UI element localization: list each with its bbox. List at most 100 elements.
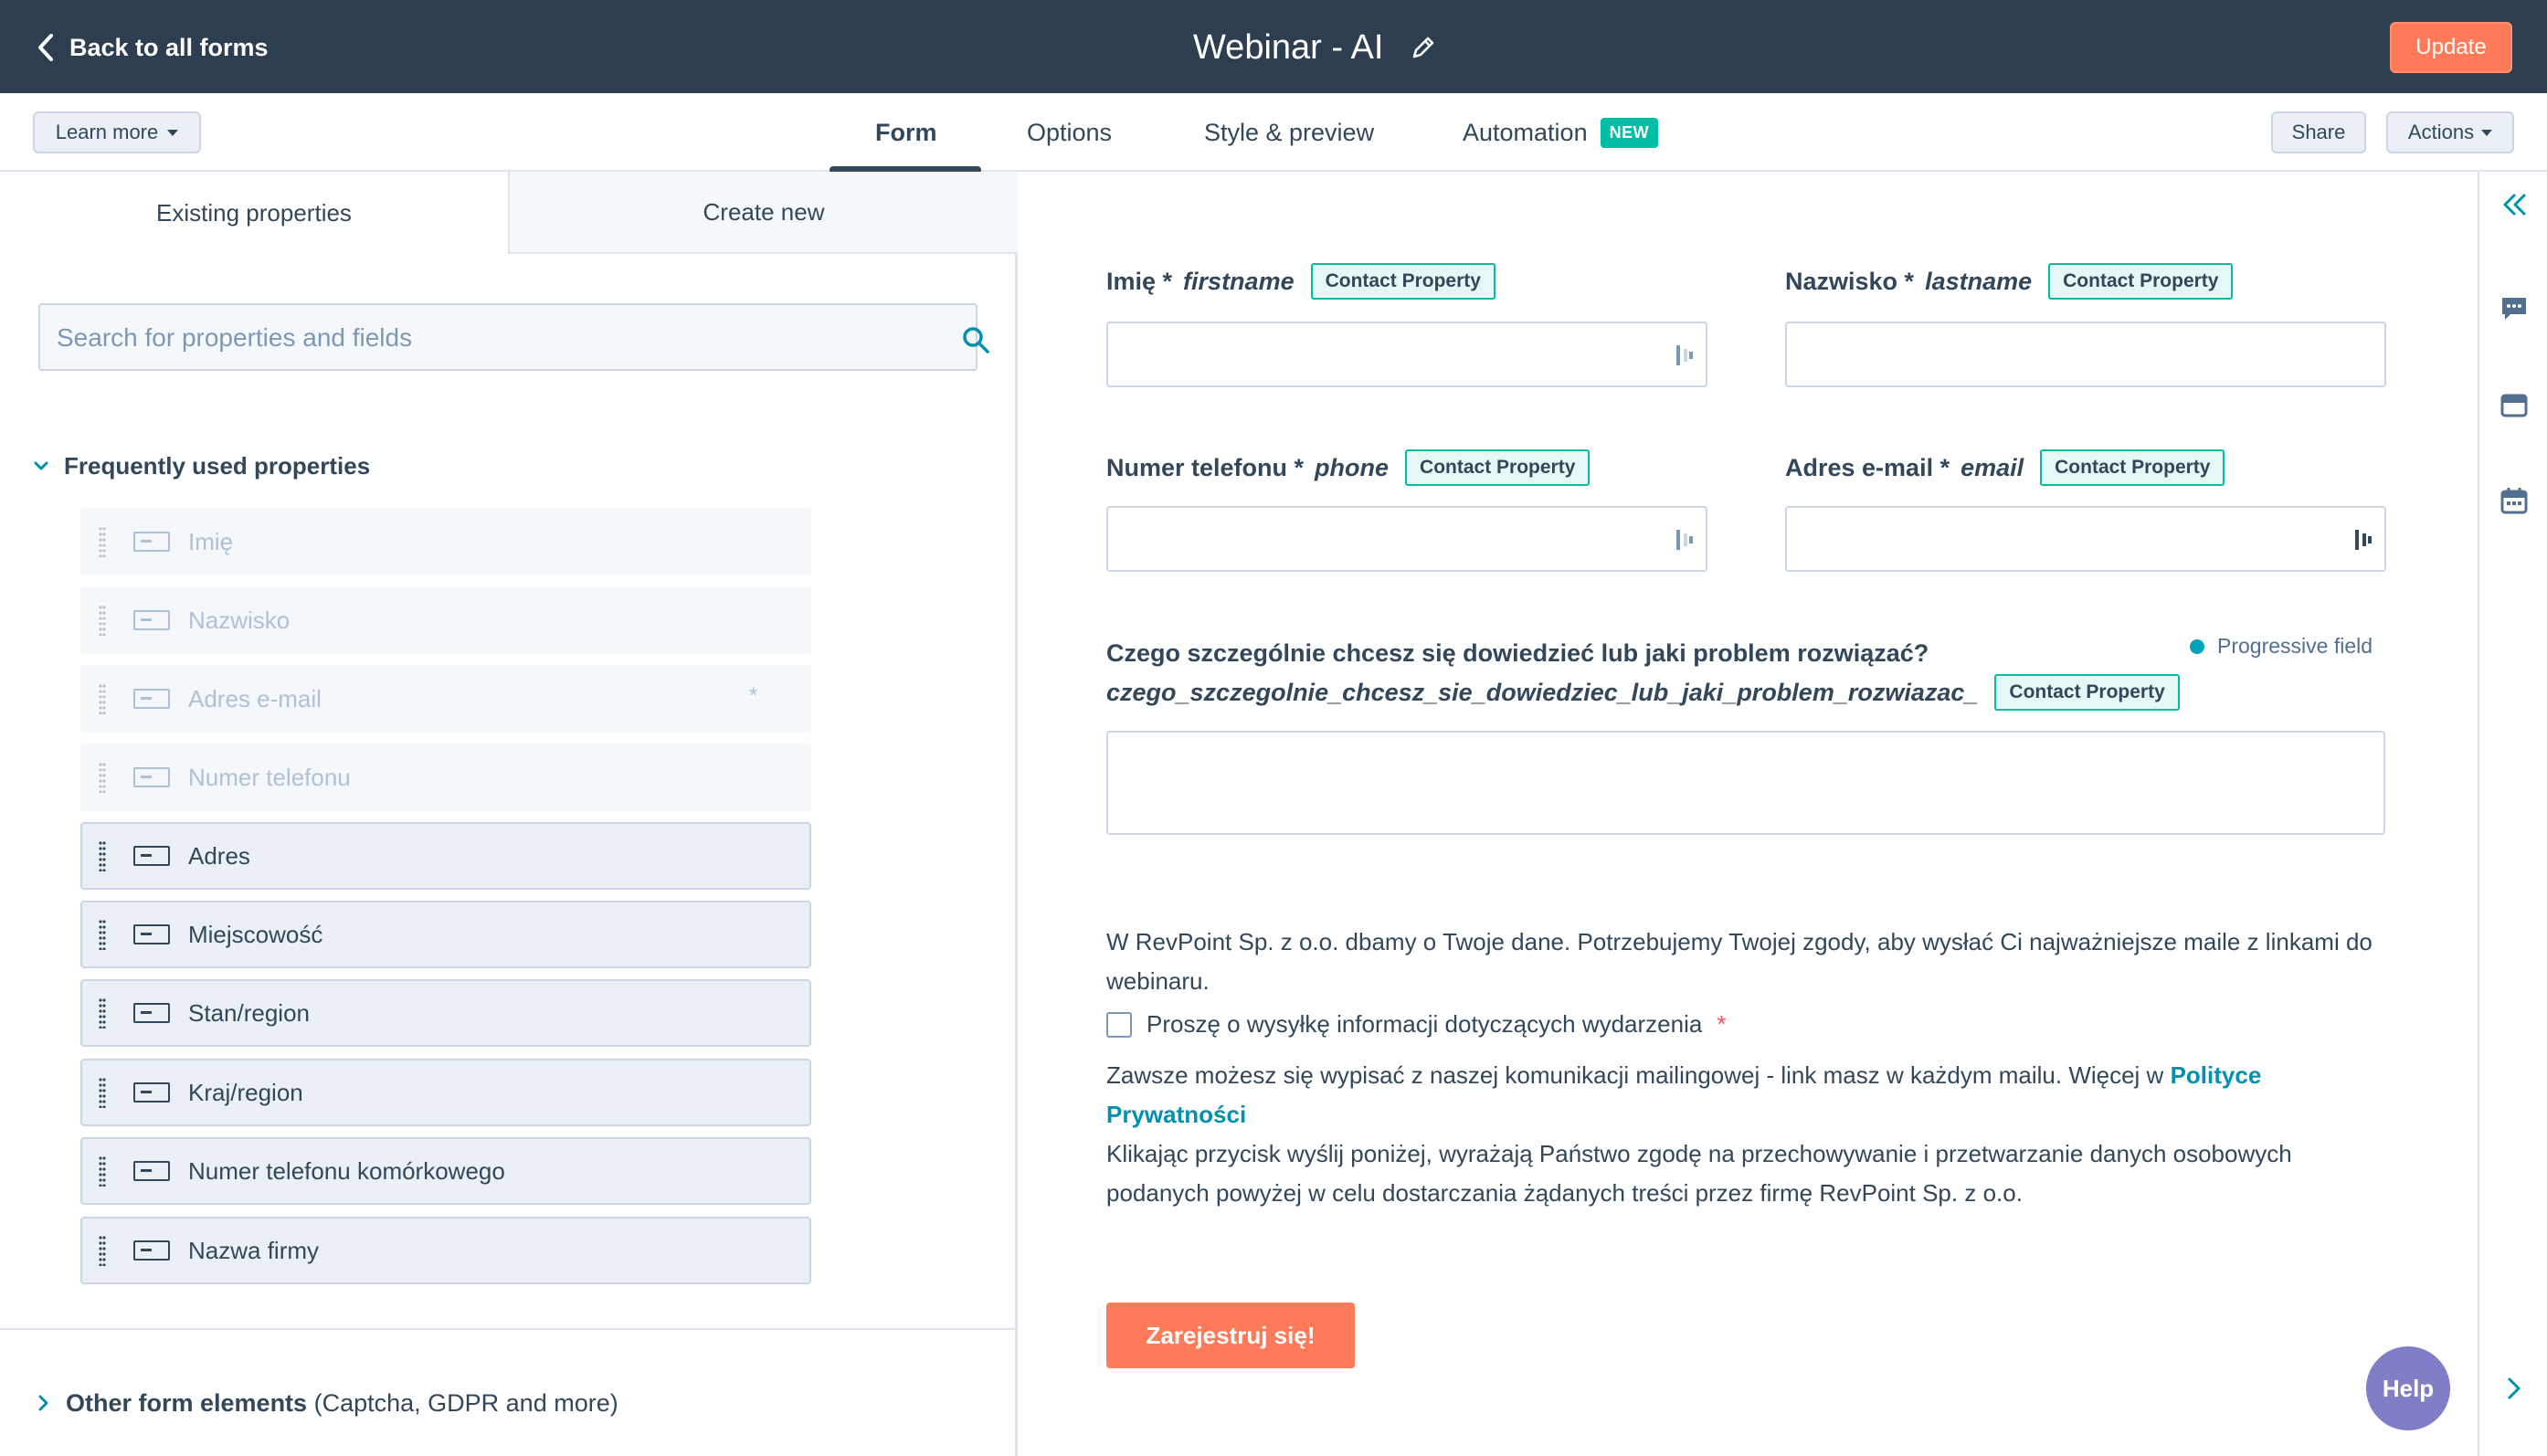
lastname-input[interactable] xyxy=(1785,322,2386,387)
field-label-text: Imię * xyxy=(1106,267,1173,295)
tab-style-preview[interactable]: Style & preview xyxy=(1204,111,1374,153)
field-label-phone: Numer telefonu * phone Contact Property xyxy=(1106,449,1591,486)
field-label-lastname: Nazwisko * lastname Contact Property xyxy=(1785,263,2234,300)
property-label: Numer telefonu xyxy=(188,763,351,791)
field-autofill-icon xyxy=(1676,345,1693,365)
consent-checkbox[interactable] xyxy=(1106,1011,1132,1038)
drag-handle-icon[interactable] xyxy=(99,1235,106,1266)
other-form-elements-toggle[interactable]: Other form elements (Captcha, GDPR and m… xyxy=(37,1387,618,1419)
text-field-icon xyxy=(133,532,170,552)
property-label: Kraj/region xyxy=(188,1078,303,1106)
search-icon[interactable] xyxy=(961,325,990,354)
drag-handle-icon[interactable] xyxy=(99,840,106,871)
top-bar: Back to all forms Webinar - AI Update xyxy=(0,0,2547,93)
actions-dropdown[interactable]: Actions xyxy=(2386,111,2514,153)
drag-handle-icon xyxy=(99,526,106,557)
drag-handle-icon[interactable] xyxy=(99,1155,106,1187)
text-field-icon xyxy=(133,924,170,944)
inbox-icon[interactable] xyxy=(2499,391,2529,420)
property-item-adres-email: Adres e-mail * xyxy=(80,665,811,733)
learn-more-dropdown[interactable]: Learn more xyxy=(33,111,201,153)
property-label: Adres e-mail xyxy=(188,684,322,712)
properties-panel: Existing properties Create new Frequentl… xyxy=(0,172,1018,1456)
update-button[interactable]: Update xyxy=(2390,22,2512,73)
field-label-firstname: Imię * firstname Contact Property xyxy=(1106,263,1495,300)
question-internal-row: czego_szczegolnie_chcesz_sie_dowiedziec_… xyxy=(1106,674,2180,711)
question-textarea[interactable] xyxy=(1106,731,2385,835)
property-item-kraj-region[interactable]: Kraj/region xyxy=(80,1059,811,1126)
drag-handle-icon[interactable] xyxy=(99,919,106,950)
learn-more-label: Learn more xyxy=(55,121,159,143)
tab-create-new[interactable]: Create new xyxy=(508,172,1018,254)
unsubscribe-text: Zawsze możesz się wypisać z naszej komun… xyxy=(1106,1056,2394,1134)
form-title: Webinar - AI xyxy=(1193,24,1436,71)
property-item-miejscowosc[interactable]: Miejscowość xyxy=(80,901,811,968)
calendar-icon[interactable] xyxy=(2499,486,2529,515)
pencil-icon[interactable] xyxy=(1411,35,1436,60)
firstname-input[interactable] xyxy=(1106,322,1707,387)
field-autofill-icon xyxy=(2355,530,2372,550)
drag-handle-icon[interactable] xyxy=(99,997,106,1029)
contact-property-tag: Contact Property xyxy=(2040,449,2225,486)
internal-name: lastname xyxy=(1925,267,2033,295)
back-to-forms-link[interactable]: Back to all forms xyxy=(37,27,269,68)
tab-automation-label: Automation xyxy=(1463,118,1588,146)
field-label-text: Numer telefonu * xyxy=(1106,453,1305,481)
progressive-field-indicator: Progressive field xyxy=(2190,634,2373,659)
chevron-right-icon xyxy=(38,1395,48,1411)
internal-name: firstname xyxy=(1183,267,1295,295)
back-link-label: Back to all forms xyxy=(69,33,269,61)
property-item-stan-region[interactable]: Stan/region xyxy=(80,979,811,1047)
contact-property-tag: Contact Property xyxy=(2048,263,2234,300)
property-item-nazwa-firmy[interactable]: Nazwa firmy xyxy=(80,1217,811,1284)
text-field-icon xyxy=(133,1240,170,1261)
progressive-field-label: Progressive field xyxy=(2217,634,2373,658)
help-button[interactable]: Help xyxy=(2366,1346,2450,1430)
right-sidebar xyxy=(2478,172,2547,1456)
property-label: Nazwisko xyxy=(188,606,291,634)
frequently-used-title: Frequently used properties xyxy=(64,451,371,480)
progressive-dot-icon xyxy=(2190,638,2204,654)
question-label: Czego szczególnie chcesz się dowiedzieć … xyxy=(1106,639,1929,667)
property-search-input[interactable] xyxy=(57,318,879,358)
chat-icon[interactable] xyxy=(2499,294,2529,323)
drag-handle-icon[interactable] xyxy=(99,1077,106,1108)
chevron-down-icon xyxy=(34,461,48,470)
tab-options[interactable]: Options xyxy=(1027,111,1112,153)
contact-property-tag: Contact Property xyxy=(1310,263,1495,300)
contact-property-tag: Contact Property xyxy=(1994,674,2180,711)
text-field-icon xyxy=(133,767,170,787)
consent-text: W RevPoint Sp. z o.o. dbamy o Twoje dane… xyxy=(1106,928,2373,995)
property-label: Imię xyxy=(188,527,234,555)
consent-checkbox-row: Proszę o wysyłkę informacji dotyczących … xyxy=(1106,1010,1726,1039)
field-label-email: Adres e-mail * email Contact Property xyxy=(1785,449,2225,486)
text-field-icon xyxy=(133,1161,170,1181)
property-label: Nazwa firmy xyxy=(188,1236,320,1264)
text-field-icon xyxy=(133,610,170,630)
property-item-adres[interactable]: Adres xyxy=(80,822,811,890)
other-form-elements-title: Other form elements xyxy=(66,1388,308,1417)
drag-handle-icon xyxy=(99,605,106,636)
property-label: Adres xyxy=(188,841,250,870)
chevron-right-icon[interactable] xyxy=(2499,1374,2529,1403)
double-chevron-left-icon[interactable] xyxy=(2499,190,2529,219)
internal-name: email xyxy=(1960,453,2024,481)
phone-input[interactable] xyxy=(1106,506,1707,572)
consent-checkbox-label: Proszę o wysyłkę informacji dotyczących … xyxy=(1147,1010,1703,1038)
tab-form[interactable]: Form xyxy=(875,111,937,153)
unsubscribe-text-body: Zawsze możesz się wypisać z naszej komun… xyxy=(1106,1061,2164,1089)
tab-options-label: Options xyxy=(1027,118,1113,146)
required-marker: * xyxy=(1717,1010,1727,1038)
field-label-text: Adres e-mail * xyxy=(1785,453,1950,481)
share-button[interactable]: Share xyxy=(2271,111,2366,153)
text-field-icon xyxy=(133,1003,170,1023)
submit-button[interactable]: Zarejestruj się! xyxy=(1106,1303,1355,1368)
email-input[interactable] xyxy=(1785,506,2386,572)
frequently-used-toggle[interactable]: Frequently used properties xyxy=(33,449,370,482)
property-item-numer-telefonu-komorkowego[interactable]: Numer telefonu komórkowego xyxy=(80,1137,811,1205)
tab-automation[interactable]: Automation NEW xyxy=(1463,111,1659,153)
internal-name: czego_szczegolnie_chcesz_sie_dowiedziec_… xyxy=(1106,678,1979,706)
tab-existing-properties[interactable]: Existing properties xyxy=(0,172,508,254)
property-label: Miejscowość xyxy=(188,920,323,948)
field-autofill-icon xyxy=(1676,530,1693,550)
